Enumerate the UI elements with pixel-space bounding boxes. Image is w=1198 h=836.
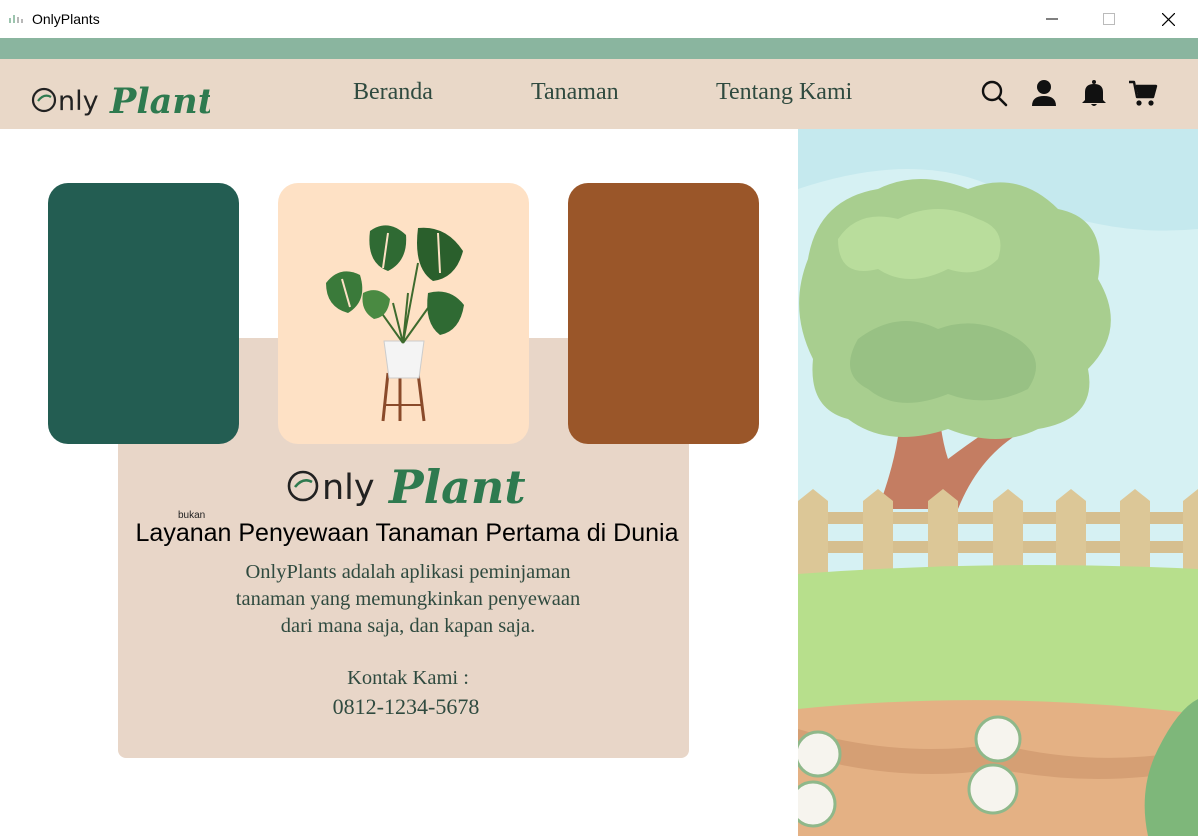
top-accent-stripe — [0, 38, 1198, 59]
search-icon[interactable] — [979, 78, 1009, 108]
contact-phone: 0812-1234-5678 — [332, 694, 480, 719]
brand-logo[interactable]: nly Plants — [30, 67, 210, 121]
minimize-icon — [1046, 18, 1058, 20]
description-line: OnlyPlants adalah aplikasi peminjaman — [245, 561, 571, 583]
minimize-button[interactable] — [1022, 0, 1082, 38]
hero-description: OnlyPlants adalah aplikasi peminjaman ta… — [118, 559, 698, 640]
monstera-plant-image — [326, 225, 464, 422]
bell-icon[interactable] — [1079, 78, 1109, 108]
window-title: OnlyPlants — [32, 11, 100, 27]
center-brand-logo: nly Plants — [287, 460, 525, 513]
user-icon[interactable] — [1029, 78, 1059, 108]
svg-text:Plants: Plants — [109, 81, 210, 121]
cart-icon[interactable] — [1128, 78, 1158, 108]
nav-link-beranda[interactable]: Beranda — [353, 79, 433, 106]
contact-label: Kontak Kami : — [347, 667, 469, 689]
nav-link-tanaman[interactable]: Tanaman — [531, 79, 619, 106]
maximize-icon — [1103, 13, 1115, 25]
navbar: nly Plants Beranda Tanaman Tentang Kami — [0, 59, 1198, 129]
plant-image-card — [278, 183, 529, 444]
swatch-green — [48, 183, 239, 444]
main-content: nly Plants bukan Layanan Penyewaan Tanam… — [0, 129, 798, 836]
maximize-button[interactable] — [1079, 0, 1139, 38]
svg-text:nly: nly — [322, 468, 375, 508]
svg-text:Plants: Plants — [387, 460, 525, 513]
svg-text:nly: nly — [58, 86, 99, 117]
garden-illustration — [798, 129, 1198, 836]
hero-headline: Layanan Penyewaan Tanaman Pertama di Dun… — [135, 519, 679, 547]
app-icon — [9, 15, 23, 23]
garden-scene-image — [798, 129, 1198, 836]
description-line: tanaman yang memungkinkan penyewaan — [235, 588, 581, 610]
nav-link-tentang-kami[interactable]: Tentang Kami — [716, 79, 852, 106]
close-button[interactable] — [1138, 0, 1198, 38]
description-line: dari mana saja, dan kapan saja. — [280, 615, 536, 637]
close-icon — [1161, 12, 1175, 26]
swatch-brown — [568, 183, 759, 444]
window-titlebar: OnlyPlants — [0, 0, 1198, 38]
